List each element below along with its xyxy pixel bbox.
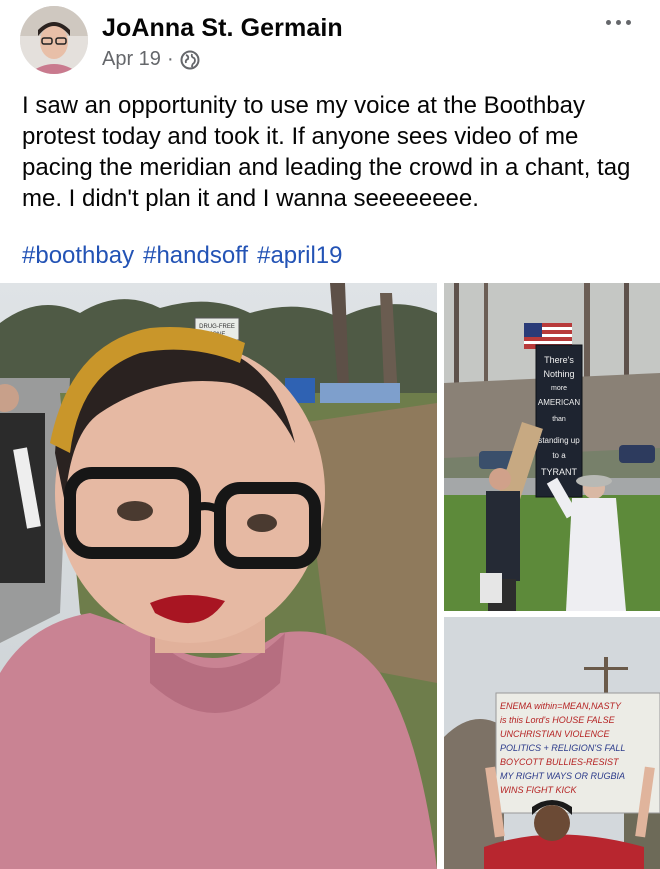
sign-word-7: to a: [552, 451, 566, 460]
photo-protest-sign[interactable]: There's Nothing more AMERICAN than stand…: [444, 283, 660, 611]
sign-word-5: than: [552, 416, 566, 423]
handwritten-line-6: MY RIGHT WAYS OR RUGBIA: [500, 771, 625, 781]
sign-word-3: more: [551, 385, 567, 392]
hashtag-boothbay[interactable]: #boothbay: [22, 240, 134, 271]
sign-word-6: standing up: [538, 436, 580, 445]
author-name[interactable]: JoAnna St. Germain: [102, 14, 343, 43]
post-meta: Apr 19 ·: [102, 48, 200, 71]
sign-word-4: AMERICAN: [538, 398, 580, 407]
handwritten-line-4: POLITICS + RELIGION'S FALL: [500, 743, 625, 753]
hashtag-april19[interactable]: #april19: [257, 240, 342, 271]
handwritten-line-2: is this Lord's HOUSE FALSE: [500, 715, 616, 725]
handwritten-line-5: BOYCOTT BULLIES-RESIST: [500, 757, 620, 767]
photo-selfie[interactable]: DRUG-FREE ZONE: [0, 283, 437, 869]
photo-protest-handwritten-sign[interactable]: ENEMA within=MEAN,NASTY is this Lord's H…: [444, 617, 660, 869]
sign-word-1: There's: [544, 355, 574, 365]
sign-line-1: DRUG-FREE: [199, 324, 235, 330]
meta-separator: ·: [166, 48, 174, 70]
author-avatar[interactable]: [20, 6, 88, 74]
globe-icon[interactable]: [180, 50, 200, 70]
handwritten-line-3: UNCHRISTIAN VIOLENCE: [500, 729, 611, 739]
hashtag-handsoff[interactable]: #handsoff: [143, 240, 248, 271]
sign-word-2: Nothing: [543, 369, 574, 379]
post-body-text: I saw an opportunity to use my voice at …: [22, 92, 631, 212]
more-options-icon[interactable]: [606, 14, 638, 30]
handwritten-line-7: WINS FIGHT KICK: [500, 785, 577, 795]
handwritten-line-1: ENEMA within=MEAN,NASTY: [500, 701, 622, 711]
post-date[interactable]: Apr 19: [102, 48, 161, 71]
post-header: JoAnna St. Germain Apr 19 ·: [0, 0, 660, 80]
hashtag-row: #boothbay #handsoff #april19: [22, 240, 343, 271]
sign-word-8: TYRANT: [541, 467, 578, 477]
